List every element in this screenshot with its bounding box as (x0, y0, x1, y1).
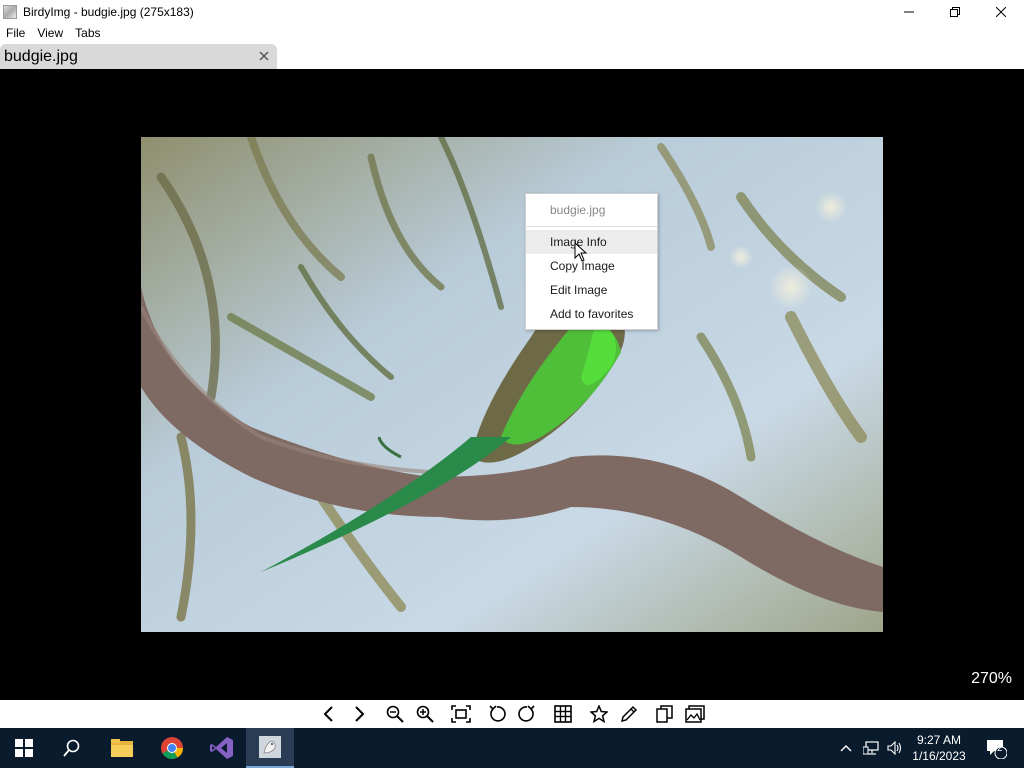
app-logo-icon (3, 5, 17, 19)
title-bar: BirdyImg - budgie.jpg (275x183) (0, 0, 1024, 24)
close-button[interactable] (978, 0, 1024, 24)
chrome-icon (161, 737, 183, 759)
tray-overflow-button[interactable] (836, 728, 856, 768)
bottom-toolbar (0, 700, 1024, 728)
minimize-button[interactable] (886, 0, 932, 24)
window-controls (886, 0, 1024, 24)
gallery-icon (685, 705, 705, 723)
rotate-right-icon (518, 705, 535, 722)
grid-button[interactable] (552, 703, 574, 725)
close-icon (996, 7, 1006, 17)
clock-time: 9:27 AM (916, 733, 961, 747)
menu-file[interactable]: File (0, 26, 31, 40)
tab-strip: budgie.jpg (0, 44, 1024, 69)
search-icon (63, 739, 80, 757)
menu-item-edit-image[interactable]: Edit Image (526, 278, 657, 302)
edit-button[interactable] (618, 703, 640, 725)
pencil-icon (620, 705, 638, 723)
zoom-level: 270% (971, 670, 1012, 687)
file-explorer-button[interactable] (98, 728, 146, 768)
next-icon (355, 706, 365, 722)
notification-icon (987, 740, 1007, 759)
favorite-button[interactable] (588, 703, 610, 725)
start-icon (15, 739, 33, 757)
chevron-up-icon (840, 745, 852, 752)
restore-button[interactable] (932, 0, 978, 24)
zoom-out-icon (386, 705, 404, 723)
network-icon (863, 741, 879, 755)
clock[interactable]: 9:27 AM 1/16/2023 (908, 728, 970, 768)
tab-label: budgie.jpg (4, 47, 78, 65)
next-button[interactable] (348, 703, 370, 725)
birdyimg-icon (259, 736, 281, 758)
mouse-cursor-icon (574, 242, 588, 262)
zoom-in-button[interactable] (414, 703, 436, 725)
visual-studio-button[interactable] (198, 728, 246, 768)
chrome-button[interactable] (148, 728, 196, 768)
action-center-button[interactable]: 2 (976, 728, 1016, 768)
gallery-button[interactable] (684, 703, 706, 725)
start-button[interactable] (0, 728, 48, 768)
fit-button[interactable] (450, 703, 472, 725)
file-explorer-icon (111, 739, 133, 757)
close-icon (259, 51, 269, 61)
zoom-out-button[interactable] (384, 703, 406, 725)
clock-date: 1/16/2023 (912, 749, 966, 763)
menu-tabs[interactable]: Tabs (69, 26, 106, 40)
window-title: BirdyImg - budgie.jpg (275x183) (23, 5, 194, 19)
copy-button[interactable] (654, 703, 676, 725)
network-button[interactable] (860, 728, 882, 768)
menu-item-add-to-favorites[interactable]: Add to favorites (526, 302, 657, 326)
image-viewer[interactable]: 270% (0, 69, 1024, 700)
menu-bar: File View Tabs (0, 24, 1024, 42)
notification-count: 2 (997, 743, 1003, 754)
tab-budgie[interactable]: budgie.jpg (0, 44, 277, 69)
budgie-photo[interactable] (141, 137, 883, 632)
grid-icon (554, 705, 572, 723)
star-icon (590, 705, 608, 723)
birdyimg-taskbar-button[interactable] (246, 728, 294, 768)
rotate-right-button[interactable] (516, 703, 538, 725)
menu-item-copy-image[interactable]: Copy Image (526, 254, 657, 278)
prev-icon (323, 706, 333, 722)
restore-icon (950, 7, 960, 17)
zoom-in-icon (416, 705, 434, 723)
visual-studio-icon (210, 737, 233, 759)
menu-item-image-info[interactable]: Image Info (526, 230, 657, 254)
tab-close-button[interactable] (257, 49, 271, 63)
menu-view[interactable]: View (31, 26, 69, 40)
volume-button[interactable] (884, 728, 906, 768)
volume-icon (887, 741, 902, 755)
app-window: BirdyImg - budgie.jpg (275x183) File Vie… (0, 0, 1024, 768)
rotate-left-icon (489, 705, 506, 722)
context-menu-header: budgie.jpg (526, 194, 657, 227)
fit-icon (451, 705, 471, 723)
search-button[interactable] (48, 728, 96, 768)
rotate-left-button[interactable] (486, 703, 508, 725)
taskbar: 9:27 AM 1/16/2023 2 (0, 728, 1024, 768)
minimize-icon (904, 11, 914, 13)
context-menu: budgie.jpg Image Info Copy Image Edit Im… (525, 193, 658, 330)
prev-button[interactable] (318, 703, 340, 725)
copy-icon (656, 705, 673, 723)
